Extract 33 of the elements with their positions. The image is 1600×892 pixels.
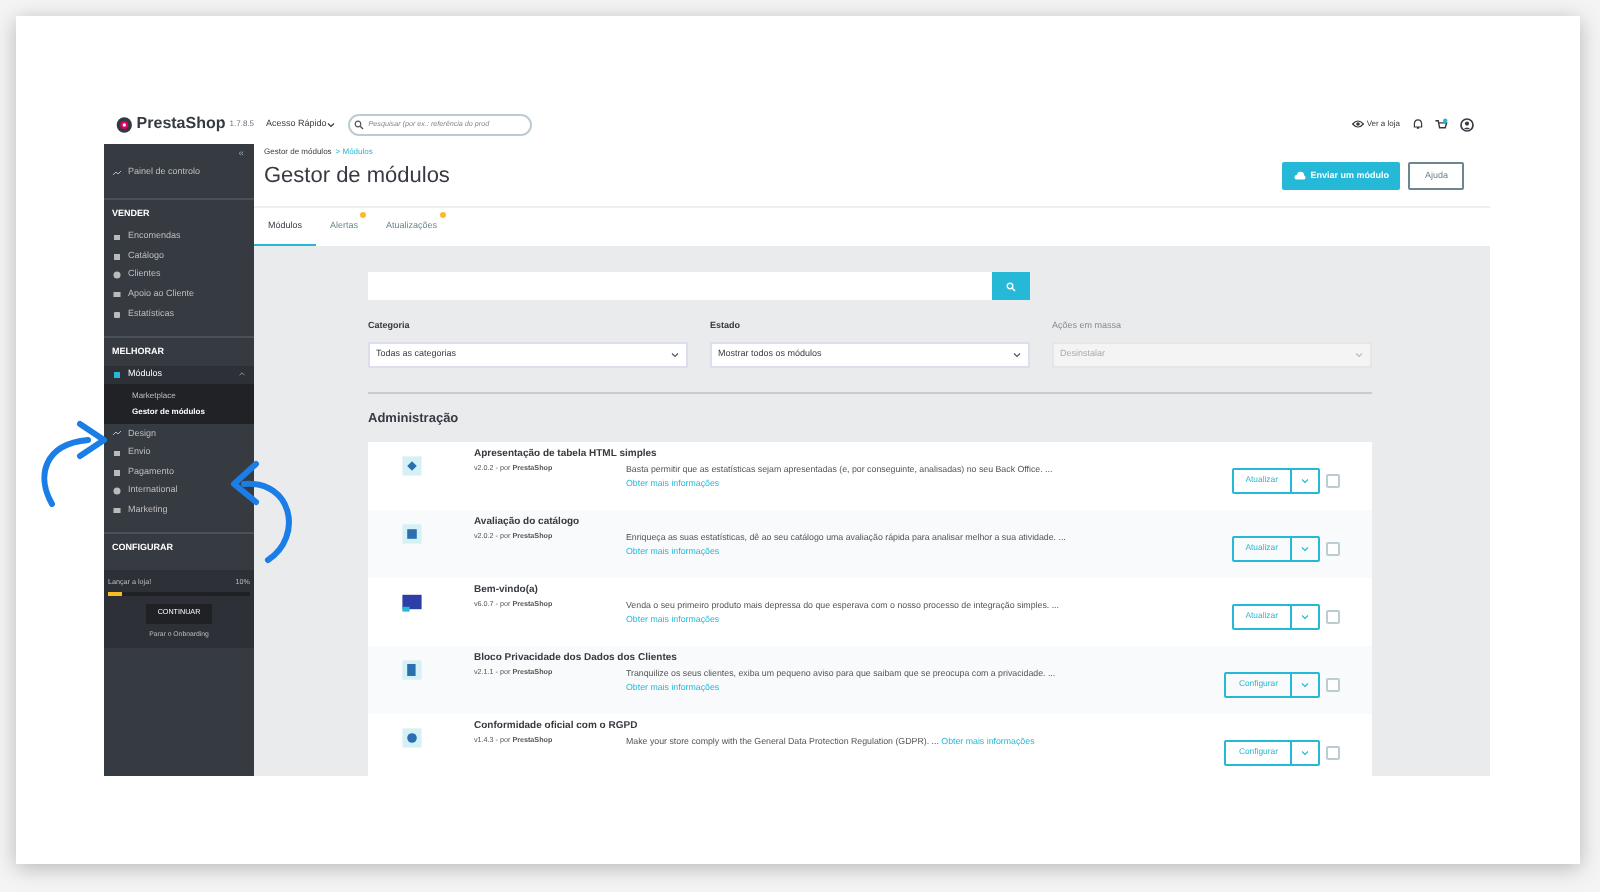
page-title: Gestor de módulos: [264, 162, 450, 192]
chevron-icon: [1300, 747, 1310, 758]
checkbox[interactable]: [1326, 541, 1340, 556]
search-icon: [1006, 281, 1016, 292]
chevron-icon: [1300, 543, 1310, 554]
checkbox[interactable]: [1326, 473, 1340, 488]
chevron-icon: [1012, 350, 1022, 360]
chevron-icon: [1300, 475, 1310, 486]
cart-icon: [1434, 117, 1448, 131]
checkbox[interactable]: [1326, 609, 1340, 624]
puzzle-icon: [112, 369, 122, 380]
logo-icon: [116, 115, 133, 133]
chevron-icon: [1300, 679, 1310, 690]
checkbox[interactable]: [1326, 745, 1340, 760]
module-icon: [400, 657, 424, 682]
checkbox[interactable]: [1326, 677, 1340, 692]
bell-icon: [1412, 118, 1424, 130]
cloud-icon: [1294, 170, 1307, 183]
user-icon: [1460, 117, 1474, 131]
module-icon: [400, 725, 424, 750]
chevron-icon: [1354, 350, 1364, 360]
logo-text: PrestaShop: [136, 112, 226, 136]
module-icon: [400, 589, 424, 614]
search-icon: [354, 119, 365, 129]
module-icon: [400, 453, 424, 478]
chevron-icon: [670, 350, 680, 360]
module-search-field[interactable]: [368, 272, 992, 301]
menu-icon: [112, 167, 122, 178]
caret-icon: [326, 119, 337, 129]
search-button[interactable]: [992, 272, 1030, 301]
module-icon: [400, 521, 424, 546]
eye-icon: [1352, 118, 1365, 130]
chevron-icon: [1300, 611, 1310, 622]
